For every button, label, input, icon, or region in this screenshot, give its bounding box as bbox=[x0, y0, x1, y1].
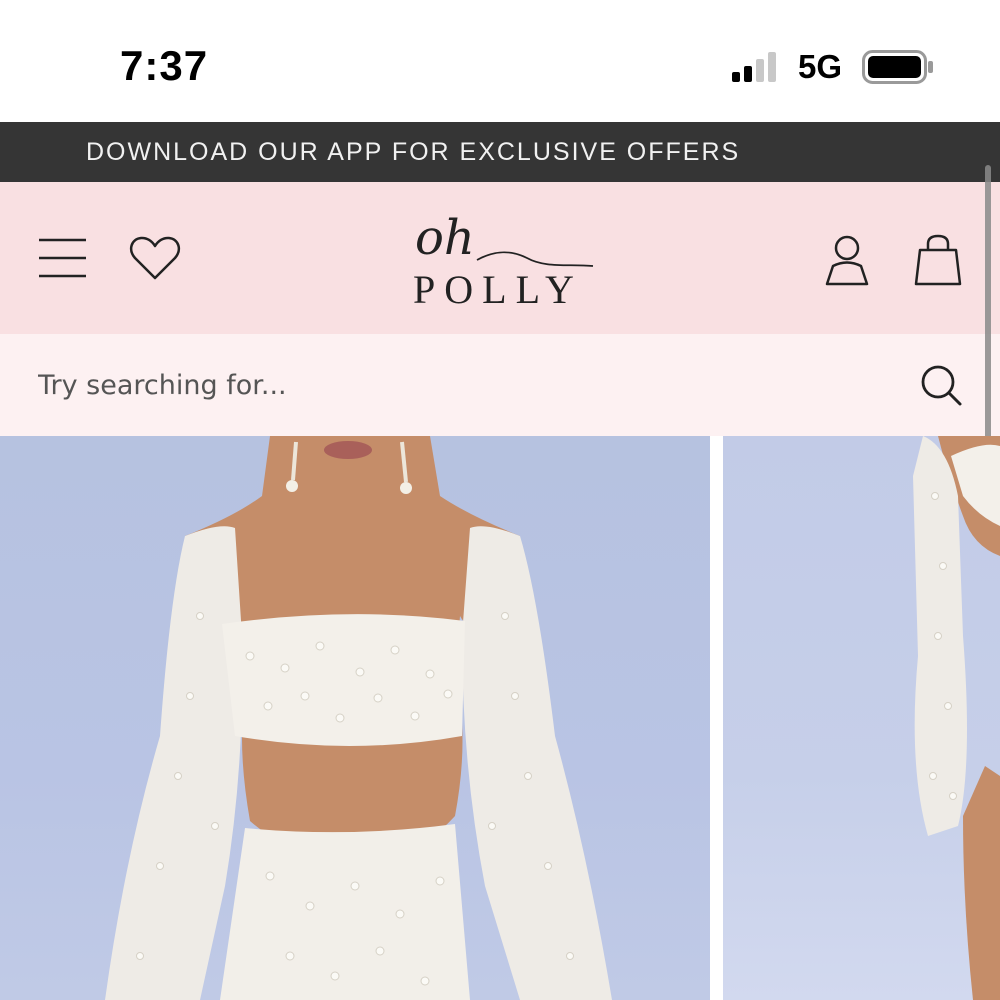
status-time: 7:37 bbox=[120, 42, 209, 89]
search-input[interactable] bbox=[38, 360, 898, 410]
shopping-bag-button[interactable] bbox=[912, 232, 964, 288]
cellular-signal-icon bbox=[732, 52, 776, 82]
network-type: 5G bbox=[798, 48, 843, 85]
search-icon bbox=[921, 365, 962, 406]
promo-banner-text[interactable]: DOWNLOAD OUR APP FOR EXCLUSIVE OFFERS bbox=[86, 138, 740, 167]
account-button[interactable] bbox=[822, 232, 872, 288]
shopping-bag-icon bbox=[914, 234, 962, 286]
logo-wordmark: POLLY bbox=[413, 267, 583, 312]
user-icon bbox=[825, 235, 869, 286]
site-header: oh POLLY bbox=[0, 182, 1000, 334]
heart-icon bbox=[129, 236, 181, 280]
menu-button[interactable] bbox=[36, 234, 90, 282]
promo-banner[interactable]: DOWNLOAD OUR APP FOR EXCLUSIVE OFFERS bbox=[0, 122, 1000, 182]
model-outfit-illustration bbox=[105, 436, 612, 1000]
page-scrollbar[interactable] bbox=[985, 165, 991, 445]
brand-logo[interactable]: oh POLLY bbox=[405, 210, 605, 312]
battery-icon bbox=[862, 50, 933, 84]
product-image-2[interactable] bbox=[723, 436, 1000, 1000]
product-image-1[interactable] bbox=[0, 436, 710, 1000]
search-button[interactable] bbox=[918, 362, 964, 408]
model-outfit-side-illustration bbox=[913, 436, 1000, 1000]
hamburger-menu-icon bbox=[39, 238, 86, 278]
logo-script-text: oh bbox=[415, 210, 475, 266]
status-bar: 7:37 5G bbox=[0, 0, 1000, 122]
search-bar bbox=[0, 334, 1000, 436]
wishlist-button[interactable] bbox=[128, 234, 182, 282]
